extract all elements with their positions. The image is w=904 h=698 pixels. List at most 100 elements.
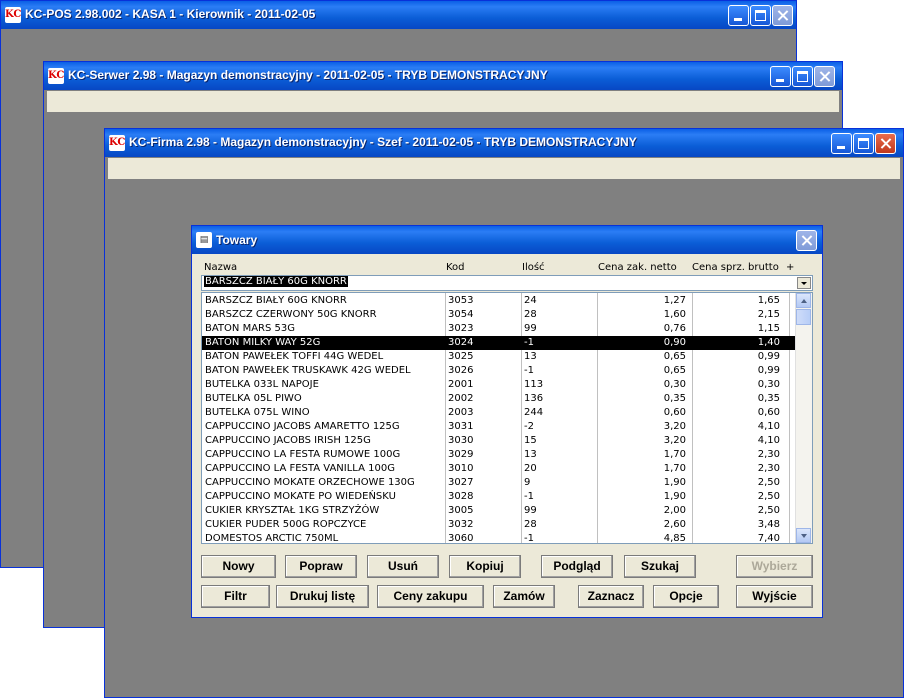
vertical-scrollbar[interactable] [795, 293, 812, 543]
table-row[interactable]: BATON PAWEŁEK TOFFI 44G WEDEL 3025 13 0,65 0… [202, 350, 796, 364]
cell-brutto: 3,48 [757, 519, 780, 530]
cell-netto: 1,90 [663, 477, 686, 488]
popraw-button[interactable]: Popraw [285, 555, 357, 578]
close-icon[interactable] [796, 230, 817, 251]
podglad-button[interactable]: Podgląd [541, 555, 613, 578]
table-row[interactable]: CAPPUCCINO MOKATE PO WIEDEŃSKU 3028 -1 1,90… [202, 490, 796, 504]
col-header-brutto[interactable]: Cena sprz. brutto [692, 262, 779, 273]
usun-button[interactable]: Usuń [367, 555, 439, 578]
table-row[interactable]: CAPPUCCINO JACOBS IRISH 125G 3030 15 3,20 4,… [202, 434, 796, 448]
scroll-thumb[interactable] [796, 309, 811, 325]
table-row[interactable]: BATON MILKY WAY 52G 3024 -1 0,90 1,40 [202, 336, 796, 350]
kc-pos-titlebar[interactable]: KC KC-POS 2.98.002 - KASA 1 - Kierownik … [1, 1, 796, 29]
cell-name: BUTELKA 033L NAPOJE [205, 379, 319, 390]
cell-netto: 3,20 [663, 435, 686, 446]
cell-brutto: 0,30 [757, 379, 780, 390]
cell-name: BATON MARS 53G [205, 323, 295, 334]
kopiuj-button[interactable]: Kopiuj [449, 555, 521, 578]
col-header-netto[interactable]: Cena zak. netto [598, 262, 677, 273]
table-row[interactable]: CUKIER PUDER 500G ROPCZYCE 3032 28 2,60 3,48 [202, 518, 796, 532]
minimize-icon[interactable] [831, 133, 852, 154]
maximize-icon[interactable] [853, 133, 874, 154]
table-row[interactable]: CAPPUCCINO JACOBS AMARETTO 125G 3031 -2 3,2… [202, 420, 796, 434]
cell-kod: 3053 [448, 295, 474, 306]
wyjscie-button[interactable]: Wyjście [736, 585, 813, 608]
cell-ilosc: -1 [524, 365, 534, 376]
table-row[interactable]: DOMESTOS ARCTIC 750ML 3060 -1 4,85 7,40 [202, 532, 796, 544]
cell-netto: 2,00 [663, 505, 686, 516]
cell-name: BATON MILKY WAY 52G [205, 337, 321, 348]
nowy-button[interactable]: Nowy [201, 555, 276, 578]
search-combo[interactable]: BARSZCZ BIAŁY 60G KNORR [201, 275, 813, 291]
cell-name: BATON PAWEŁEK TOFFI 44G WEDEL [205, 351, 384, 362]
products-table[interactable]: BARSZCZ BIAŁY 60G KNORR 3053 24 1,27 1,65 BAR… [201, 292, 813, 544]
table-row[interactable]: CAPPUCCINO MOKATE ORZECHOWE 130G 3027 9 1,9… [202, 476, 796, 490]
maximize-icon[interactable] [792, 66, 813, 87]
cell-name: CAPPUCCINO MOKATE ORZECHOWE 130G [205, 477, 415, 488]
towary-dialog[interactable]: ▤ Towary Nazwa Kod Ilość Cena zak. netto… [191, 225, 823, 618]
cell-brutto: 1,15 [757, 323, 780, 334]
window-title: KC-Firma 2.98 - Magazyn demonstracyjny -… [129, 135, 637, 149]
close-icon[interactable] [875, 133, 896, 154]
drukuj-liste-button[interactable]: Drukuj listę [276, 585, 369, 608]
col-header-name[interactable]: Nazwa [204, 262, 237, 273]
cell-ilosc: 113 [524, 379, 544, 390]
kc-app-icon: KC [48, 68, 64, 84]
towary-titlebar[interactable]: ▤ Towary [192, 226, 822, 254]
cell-ilosc: 99 [524, 505, 537, 516]
col-header-plus[interactable]: + [786, 262, 794, 273]
kc-serwer-titlebar[interactable]: KC KC-Serwer 2.98 - Magazyn demonstracyj… [44, 62, 842, 90]
cell-kod: 3025 [448, 351, 474, 362]
window-title: KC-Serwer 2.98 - Magazyn demonstracyjny … [68, 68, 548, 82]
table-row[interactable]: BATON PAWEŁEK TRUSKAWK 42G WEDEL 3026 -1 0,… [202, 364, 796, 378]
cell-name: CAPPUCCINO LA FESTA VANILLA 100G [205, 463, 395, 474]
zamow-button[interactable]: Zamów [493, 585, 555, 608]
close-icon[interactable] [772, 5, 793, 26]
table-row[interactable]: BUTELKA 05L PIWO 2002 136 0,35 0,35 [202, 392, 796, 406]
maximize-icon[interactable] [750, 5, 771, 26]
col-header-kod[interactable]: Kod [446, 262, 465, 273]
cell-name: BATON PAWEŁEK TRUSKAWK 42G WEDEL [205, 365, 411, 376]
search-combo-value[interactable]: BARSZCZ BIAŁY 60G KNORR [204, 276, 348, 287]
table-row[interactable]: BARSZCZ CZERWONY 50G KNORR 3054 28 1,60 2,15 [202, 308, 796, 322]
table-row[interactable]: CAPPUCCINO LA FESTA VANILLA 100G 3010 20 1,… [202, 462, 796, 476]
cell-brutto: 7,40 [757, 533, 780, 544]
cell-netto: 0,65 [663, 351, 686, 362]
table-row[interactable]: BUTELKA 033L NAPOJE 2001 113 0,30 0,30 [202, 378, 796, 392]
filtr-button[interactable]: Filtr [201, 585, 270, 608]
col-header-ilosc[interactable]: Ilość [522, 262, 545, 273]
cell-brutto: 1,65 [757, 295, 780, 306]
scroll-down-icon[interactable] [796, 528, 811, 543]
cell-netto: 1,70 [663, 449, 686, 460]
kc-firma-menubar [108, 158, 900, 179]
cell-kod: 3024 [448, 337, 474, 348]
zaznacz-button[interactable]: Zaznacz [578, 585, 644, 608]
ceny-zakupu-button[interactable]: Ceny zakupu [377, 585, 484, 608]
cell-kod: 3023 [448, 323, 474, 334]
close-icon[interactable] [814, 66, 835, 87]
cell-brutto: 4,10 [757, 421, 780, 432]
cell-netto: 4,85 [663, 533, 686, 544]
cell-brutto: 2,50 [757, 505, 780, 516]
chevron-down-icon[interactable] [797, 277, 811, 289]
minimize-icon[interactable] [770, 66, 791, 87]
table-row[interactable]: CUKIER KRYSZTAŁ 1KG STRZYŻÓW 3005 99 2,00 2,… [202, 504, 796, 518]
table-row[interactable]: BUTELKA 075L WINO 2003 244 0,60 0,60 [202, 406, 796, 420]
cell-netto: 2,60 [663, 519, 686, 530]
minimize-icon[interactable] [728, 5, 749, 26]
cell-brutto: 2,15 [757, 309, 780, 320]
cell-ilosc: 136 [524, 393, 544, 404]
cell-kod: 3060 [448, 533, 474, 544]
szukaj-button[interactable]: Szukaj [624, 555, 696, 578]
cell-kod: 3028 [448, 491, 474, 502]
cell-name: BARSZCZ CZERWONY 50G KNORR [205, 309, 377, 320]
cell-netto: 0,60 [663, 407, 686, 418]
cell-name: DOMESTOS ARCTIC 750ML [205, 533, 339, 544]
table-row[interactable]: CAPPUCCINO LA FESTA RUMOWE 100G 3029 13 1,7… [202, 448, 796, 462]
table-row[interactable]: BARSZCZ BIAŁY 60G KNORR 3053 24 1,27 1,65 [202, 294, 796, 308]
scroll-up-icon[interactable] [796, 293, 811, 308]
wybierz-button[interactable]: Wybierz [736, 555, 813, 578]
opcje-button[interactable]: Opcje [653, 585, 719, 608]
kc-firma-titlebar[interactable]: KC KC-Firma 2.98 - Magazyn demonstracyjn… [105, 129, 903, 157]
table-row[interactable]: BATON MARS 53G 3023 99 0,76 1,15 [202, 322, 796, 336]
